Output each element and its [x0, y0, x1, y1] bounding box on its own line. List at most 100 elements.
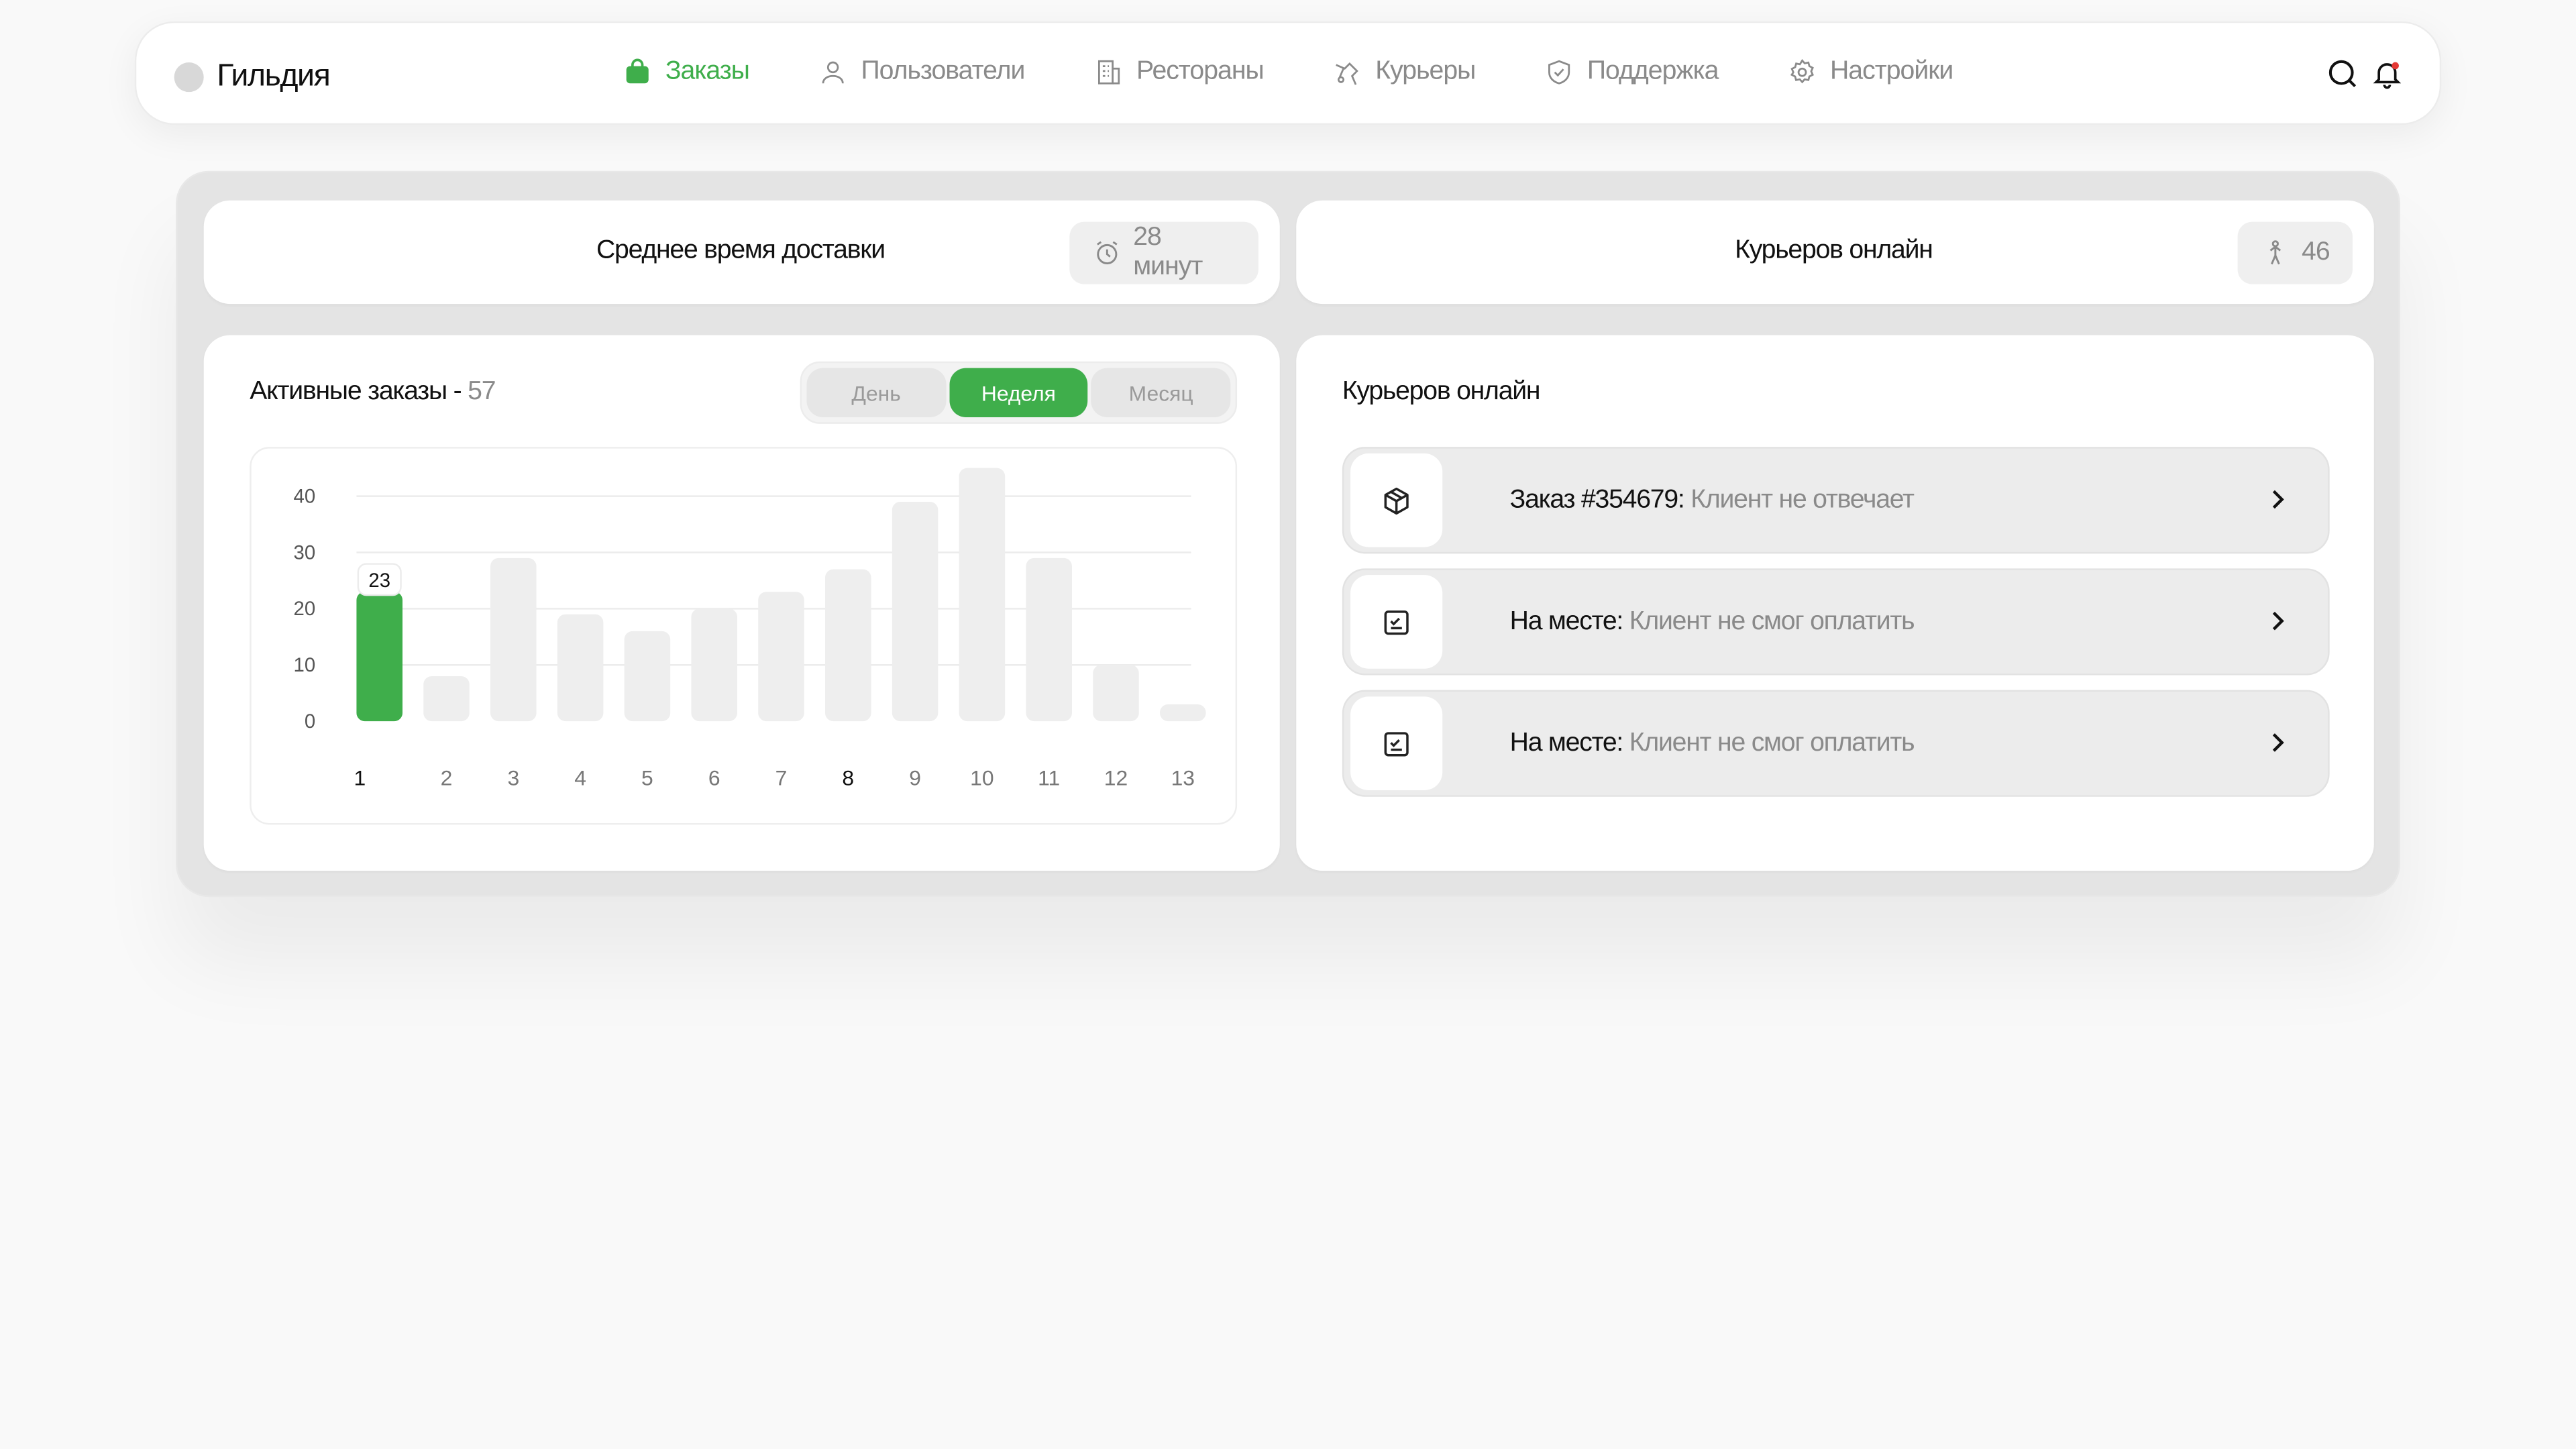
x-tick-label: 12 [1104, 766, 1128, 790]
alert-item[interactable]: На месте: Клиент не смог оплатить [1342, 690, 2330, 797]
alert-title: На месте: [1509, 608, 1624, 636]
nav-actions [2315, 58, 2404, 91]
x-tick-label: 7 [775, 766, 788, 790]
x-tick-label: 5 [641, 766, 653, 790]
alert-title: Заказ #354679: [1509, 486, 1685, 515]
alert-description: Клиент не смог оплатить [1623, 608, 1915, 636]
x-tick-label: 9 [909, 766, 921, 790]
stat-value: 46 [2302, 238, 2330, 266]
alert-item[interactable]: Заказ #354679: Клиент не отвечает [1342, 447, 2330, 554]
bar [490, 557, 537, 722]
chevron-right-icon [2272, 611, 2284, 631]
bell-icon[interactable] [2371, 58, 2404, 91]
x-tick-label: 2 [441, 766, 453, 790]
alerts-title: Курьеров онлайн [1342, 378, 1541, 406]
walking-person-icon [2269, 240, 2282, 265]
bar [1159, 704, 1206, 722]
active-orders-count: 57 [468, 378, 496, 406]
x-tick-label: 10 [970, 766, 994, 790]
period-switcher: День Неделя Месяц [800, 361, 1238, 424]
alert-icon-tile [1350, 453, 1443, 547]
y-tick-label: 10 [294, 654, 316, 676]
active-orders-card: Активные заказы - 57 День Неделя Месяц 0… [203, 335, 1280, 871]
chevron-right-icon [2272, 490, 2284, 509]
alert-description: Клиент не смог оплатить [1623, 729, 1915, 757]
x-tick-label: 6 [708, 766, 720, 790]
nav-item-settings[interactable]: Настройки [1787, 58, 1953, 87]
nav-item-label: Пользователи [861, 57, 1025, 86]
bar [557, 614, 604, 722]
bar [691, 608, 737, 722]
alert-description: Клиент не отвечает [1684, 486, 1915, 515]
bar [892, 501, 938, 722]
active-orders-label: Активные заказы - [250, 378, 468, 406]
bar [1026, 557, 1072, 722]
alert-item[interactable]: На месте: Клиент не смог оплатить [1342, 568, 2330, 676]
nav-item-support[interactable]: Поддержка [1544, 57, 1719, 87]
chevron-right-icon [2272, 733, 2284, 752]
user-icon [822, 61, 844, 84]
bar [959, 468, 1006, 722]
nav-item-restaurants[interactable]: Рестораны [1093, 57, 1265, 87]
x-tick-label: 1 [354, 766, 366, 790]
bar-value-label: 23 [368, 570, 390, 592]
nav-item-label: Заказы [665, 57, 750, 86]
stat-value-pill: 28 минут [1069, 221, 1258, 284]
bar [758, 592, 804, 722]
bar [423, 676, 470, 722]
logo-dot-icon [174, 62, 204, 93]
stat-card-delivery-time: Среднее время доставки 28 минут [203, 200, 1280, 305]
checklist-icon [1384, 731, 1409, 756]
nav-item-orders[interactable]: Заказы [623, 57, 750, 87]
stat-label: Курьеров онлайн [1735, 236, 1933, 265]
x-tick-label: 11 [1038, 766, 1060, 790]
app-logo[interactable]: Гильдия [174, 59, 331, 95]
alert-text: На месте: Клиент не смог оплатить [1510, 608, 1915, 637]
building-icon [1097, 60, 1120, 85]
stat-value-pill: 46 [2237, 221, 2353, 284]
nav-item-users[interactable]: Пользователи [818, 58, 1025, 87]
orders-bar-chart: 0102030401232 3 4 5 6 7 8 9 10 11 12 13 [294, 468, 1206, 790]
y-tick-label: 20 [294, 598, 316, 620]
search-icon[interactable] [2326, 58, 2359, 91]
nav-item-label: Настройки [1829, 57, 1953, 86]
y-tick-label: 40 [294, 485, 316, 507]
box-icon [1384, 486, 1409, 514]
nav-item-label: Рестораны [1136, 57, 1265, 86]
nav-item-label: Поддержка [1587, 57, 1719, 86]
alert-text: На месте: Клиент не смог оплатить [1510, 729, 1915, 759]
top-navbar: Гильдия Заказы Пользователи Рестораны Ку… [134, 21, 2442, 125]
courier-icon [1336, 62, 1359, 85]
alert-title: На месте: [1509, 729, 1624, 757]
orders-chart: 0 10 20 30 40 1 23 2 3 4 5 6 7 8 9 10 11 12 13 [250, 447, 1238, 825]
y-tick-label: 0 [305, 710, 315, 733]
stat-card-couriers-online: Курьеров онлайн 46 [1296, 200, 2374, 305]
alert-icon-tile [1350, 575, 1443, 669]
stat-label: Среднее время доставки [596, 236, 885, 265]
period-day-button[interactable]: День [806, 368, 946, 418]
nav-item-couriers[interactable]: Курьеры [1333, 58, 1476, 87]
alert-text: Заказ #354679: Клиент не отвечает [1509, 486, 1915, 516]
dashboard-panel: Среднее время доставки 28 минут Курьеров… [176, 170, 2400, 898]
active-orders-title: Активные заказы - 57 [250, 378, 496, 407]
gear-icon [1790, 59, 1814, 84]
bar [1093, 665, 1139, 722]
x-tick-label: 4 [574, 766, 586, 790]
alert-icon-tile [1350, 696, 1443, 790]
bar [624, 631, 671, 722]
alerts-card: Курьеров онлайн Заказ #354679: Клиент не… [1296, 335, 2374, 871]
app-name: Гильдия [217, 59, 330, 94]
period-week-button[interactable]: Неделя [949, 368, 1089, 418]
app-root: Гильдия Заказы Пользователи Рестораны Ку… [0, 0, 2576, 1449]
x-tick-label: 13 [1171, 766, 1195, 790]
period-month-button[interactable]: Месяц [1091, 368, 1231, 418]
bag-icon [626, 58, 649, 84]
x-tick-label: 3 [507, 766, 519, 790]
shield-check-icon [1548, 60, 1570, 85]
x-tick-label: 8 [842, 766, 854, 790]
y-tick-label: 30 [294, 541, 316, 564]
checklist-icon [1384, 609, 1409, 635]
alarm-clock-icon [1097, 241, 1118, 264]
stat-value: 28 минут [1133, 223, 1203, 281]
bar [825, 569, 871, 722]
